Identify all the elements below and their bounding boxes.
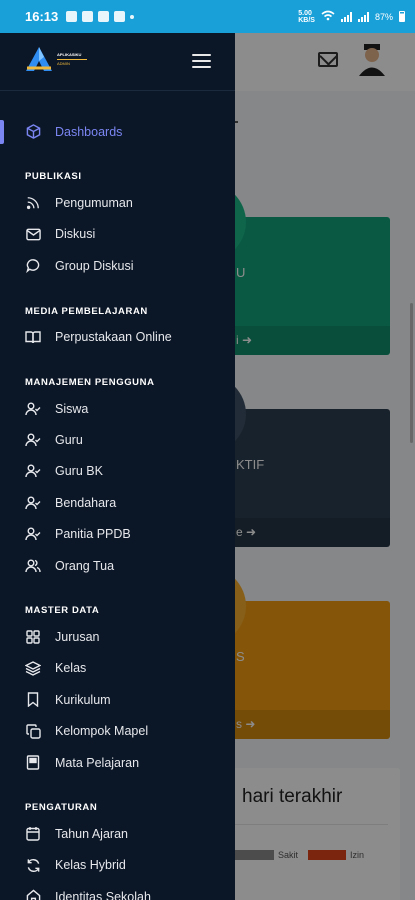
sidebar-item-label: Orang Tua xyxy=(55,558,115,573)
signal-icon xyxy=(340,11,352,22)
message-icon xyxy=(82,11,94,22)
book-open-icon xyxy=(25,329,41,345)
user-check-icon xyxy=(25,432,41,448)
sidebar-item-group-diskusi[interactable]: Group Diskusi xyxy=(0,250,235,281)
section-manajemen-pengguna: MANAJEMEN PENGGUNA xyxy=(25,376,155,388)
rss-icon xyxy=(25,195,41,211)
app-logo[interactable]: APLIKASIKU ADMIN xyxy=(25,46,87,72)
sidebar-item-label: Kelompok Mapel xyxy=(55,724,149,739)
sidebar-item-tahun-ajaran[interactable]: Tahun Ajaran xyxy=(0,818,235,849)
sidebar-item-kelas[interactable]: Kelas xyxy=(0,653,235,684)
battery-icon xyxy=(399,11,405,22)
home-icon xyxy=(25,889,41,900)
chat-bubble-icon xyxy=(25,258,41,274)
user-check-icon xyxy=(25,495,41,511)
user-check-icon xyxy=(25,401,41,417)
sidebar-item-label: Guru BK xyxy=(55,464,103,479)
logo-line-2: ADMIN xyxy=(57,60,70,66)
sidebar-item-label: Kelas Hybrid xyxy=(55,858,126,873)
sidebar-item-identitas-sekolah[interactable]: Identitas Sekolah xyxy=(0,881,235,900)
section-publikasi: PUBLIKASI xyxy=(25,171,82,183)
layers-icon xyxy=(25,660,41,676)
sidebar-item-label: Identitas Sekolah xyxy=(55,889,151,900)
sidebar-item-label: Mata Pelajaran xyxy=(55,755,140,770)
wifi-icon xyxy=(321,10,335,24)
refresh-icon xyxy=(25,857,41,873)
sidebar-item-label: Tahun Ajaran xyxy=(55,826,128,841)
sidebar-item-kurikulum[interactable]: Kurikulum xyxy=(0,684,235,715)
sidebar-item-label: Jurusan xyxy=(55,629,100,644)
users-icon xyxy=(25,558,41,574)
sidebar-menu: Dashboards PUBLIKASI Pengumuman Diskusi … xyxy=(0,116,235,900)
sidebar-item-orang-tua[interactable]: Orang Tua xyxy=(0,550,235,581)
sidebar-item-label: Pengumuman xyxy=(55,196,133,211)
logo-icon xyxy=(26,47,52,71)
sidebar-item-label: Perpustakaan Online xyxy=(55,330,172,345)
signal-icon-2 xyxy=(357,11,369,22)
sidebar-item-label: Siswa xyxy=(55,401,89,416)
sidebar-item-bendahara[interactable]: Bendahara xyxy=(0,487,235,518)
status-time: 16:13 xyxy=(25,9,59,24)
user-check-icon xyxy=(25,463,41,479)
sidebar-item-jurusan[interactable]: Jurusan xyxy=(0,621,235,652)
sidebar-item-guru[interactable]: Guru xyxy=(0,424,235,455)
sidebar-item-pengumuman[interactable]: Pengumuman xyxy=(0,187,235,218)
sidebar-item-perpustakaan-online[interactable]: Perpustakaan Online xyxy=(0,322,235,353)
sidebar-item-label: Group Diskusi xyxy=(55,258,134,273)
bookmark-icon xyxy=(25,692,41,708)
calendar-icon xyxy=(25,826,41,842)
dot-icon xyxy=(130,14,135,19)
cube-icon xyxy=(25,124,41,140)
sidebar-item-siswa[interactable]: Siswa xyxy=(0,393,235,424)
user-check-icon xyxy=(25,526,41,542)
grid-icon xyxy=(25,629,41,645)
whatsapp-icon xyxy=(66,11,78,22)
sidebar-item-label: Panitia PPDB xyxy=(55,527,131,542)
sidebar-item-label: Kelas xyxy=(55,661,87,676)
sidebar-item-kelompok-mapel[interactable]: Kelompok Mapel xyxy=(0,715,235,746)
logo-line-1: APLIKASIKU xyxy=(57,51,82,57)
sidebar-item-label: Bendahara xyxy=(55,495,117,510)
sidebar-item-kelas-hybrid[interactable]: Kelas Hybrid xyxy=(0,850,235,881)
sidebar-item-guru-bk[interactable]: Guru BK xyxy=(0,456,235,487)
sidebar-drawer: APLIKASIKU ADMIN Dashboards PUBLIKASI Pe… xyxy=(0,33,235,900)
notification-icons xyxy=(66,11,135,22)
sidebar-item-label: Diskusi xyxy=(55,227,96,242)
battery-level: 87% xyxy=(374,11,393,22)
section-master-data: MASTER DATA xyxy=(25,605,100,617)
copy-icon xyxy=(25,723,41,739)
network-speed: 5.00 KB/S xyxy=(298,9,315,24)
sidebar-item-panitia-ppdb[interactable]: Panitia PPDB xyxy=(0,519,235,550)
sidebar-item-diskusi[interactable]: Diskusi xyxy=(0,219,235,250)
mail-icon xyxy=(25,226,41,242)
sidebar-item-label: Kurikulum xyxy=(55,692,111,707)
sidebar-item-dashboards[interactable]: Dashboards xyxy=(0,116,235,147)
youtube-icon xyxy=(114,11,126,22)
menu-toggle-button[interactable] xyxy=(192,54,211,72)
sidebar-item-label: Dashboards xyxy=(55,124,123,139)
section-media-pembelajaran: MEDIA PEMBELAJARAN xyxy=(25,305,148,317)
drawer-header: APLIKASIKU ADMIN xyxy=(0,33,235,91)
notebook-icon xyxy=(25,755,41,771)
section-pengaturan: PENGATURAN xyxy=(25,802,98,814)
sidebar-item-label: Guru xyxy=(55,433,83,448)
status-bar: 16:13 5.00 KB/S 87% xyxy=(0,0,415,33)
sidebar-item-mata-pelajaran[interactable]: Mata Pelajaran xyxy=(0,747,235,778)
instagram-icon xyxy=(98,11,110,22)
